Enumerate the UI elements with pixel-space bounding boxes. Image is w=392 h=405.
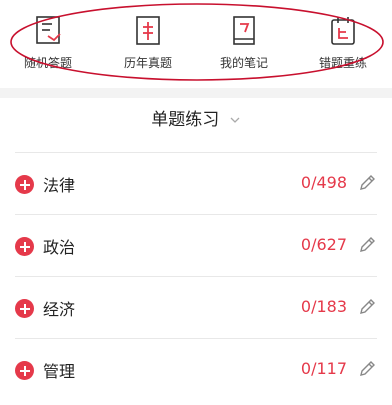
calendar-redo-icon (331, 17, 355, 45)
subject-row-politics[interactable]: 政治 0/627 (15, 214, 377, 276)
chevron-down-icon (230, 117, 240, 123)
expand-plus-icon[interactable] (15, 299, 34, 318)
nav-wrong-questions[interactable]: 错题重练 (305, 14, 381, 71)
expand-plus-icon[interactable] (15, 237, 34, 256)
nav-past-exams[interactable]: 历年真题 (110, 14, 186, 71)
practice-title-label: 单题练习 (151, 110, 220, 130)
subject-progress: 0/498 (300, 173, 347, 192)
subject-row-law[interactable]: 法律 0/498 (15, 152, 377, 214)
subject-row-economics[interactable]: 经济 0/183 (15, 276, 377, 338)
practice-title[interactable]: 单题练习 (0, 104, 392, 136)
subject-name: 法律 (43, 176, 76, 195)
top-shortcut-bar: 随机答题 历年真题 我的笔记 错题重练 (0, 0, 392, 88)
nav-label: 我的笔记 (219, 56, 268, 70)
subject-name: 政治 (43, 238, 76, 257)
subject-row-management[interactable]: 管理 0/117 (15, 338, 377, 400)
expand-plus-icon[interactable] (15, 175, 34, 194)
subject-name: 经济 (43, 300, 76, 319)
section-divider (0, 88, 392, 98)
nav-my-notes[interactable]: 我的笔记 (206, 14, 282, 71)
subject-name: 管理 (43, 362, 76, 381)
pencil-icon[interactable] (357, 297, 377, 317)
pencil-icon[interactable] (357, 359, 377, 379)
subject-progress: 0/117 (300, 359, 347, 378)
notebook-icon (233, 16, 255, 45)
nav-label: 历年真题 (123, 56, 172, 70)
pencil-icon[interactable] (357, 173, 377, 193)
nav-label: 随机答题 (23, 56, 72, 70)
dice-list-icon (36, 16, 61, 44)
expand-plus-icon[interactable] (15, 361, 34, 380)
pencil-icon[interactable] (357, 235, 377, 255)
exam-paper-icon (136, 16, 160, 45)
subject-progress: 0/183 (300, 297, 347, 316)
subject-progress: 0/627 (300, 235, 347, 254)
nav-random-answer[interactable]: 随机答题 (10, 14, 86, 71)
nav-label: 错题重练 (318, 56, 367, 70)
